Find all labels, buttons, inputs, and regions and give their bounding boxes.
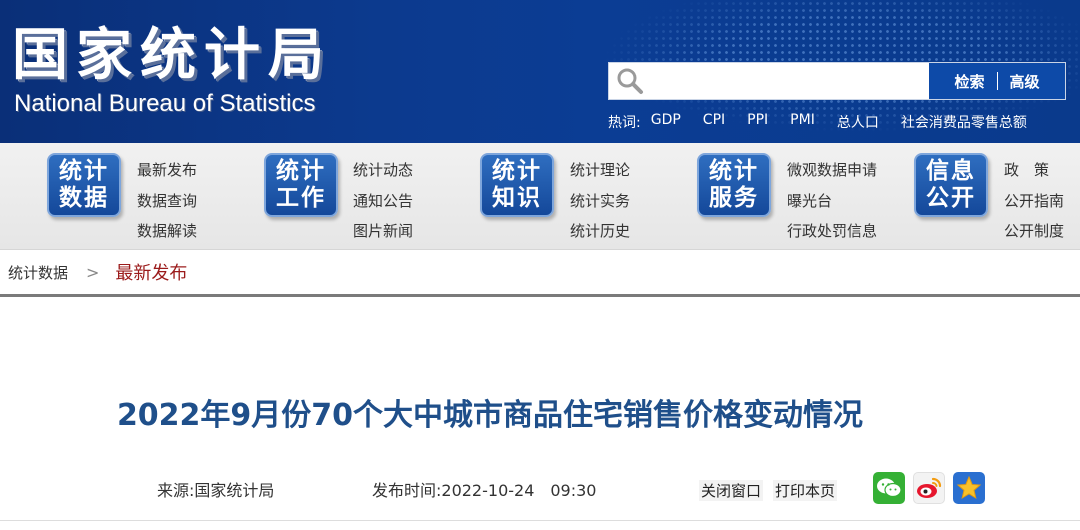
breadcrumb: 统计数据 > 最新发布 [0,250,1080,297]
nav-badge-statistics-data[interactable]: 统计 数据 [47,153,121,217]
nav-badge-line1: 统计 [492,158,542,184]
hotword-gdp[interactable]: GDP [651,112,681,132]
site-logo-chinese[interactable]: 国家统计局 [12,10,332,91]
main-navigation: 统计 数据 最新发布 数据查询 数据解读 统计 工作 统计动态 通知公告 图片新… [0,143,1080,250]
hotword-pmi[interactable]: PMI [790,112,815,132]
article-source: 来源:国家统计局 [157,481,275,500]
nav-link-statistics-theory[interactable]: 统计理论 [570,155,630,186]
hotwords-bar: 热词: GDP CPI PPI PMI 总人口 社会消费品零售总额 [608,112,1078,132]
wechat-icon[interactable] [873,472,905,504]
nav-links-statistics-knowledge: 统计理论 统计实务 统计历史 [570,155,630,247]
search-button[interactable]: 检索 [954,71,984,92]
breadcrumb-root[interactable]: 统计数据 [8,262,68,283]
breadcrumb-current[interactable]: 最新发布 [115,259,187,285]
advanced-search-button[interactable]: 高级 [1010,71,1040,92]
nav-badge-line2: 公开 [926,185,976,211]
hotword-cpi[interactable]: CPI [703,112,725,132]
hotwords-label: 热词: [608,115,641,131]
search-divider [996,72,998,90]
nav-group-statistics-data: 统计 数据 最新发布 数据查询 数据解读 [0,143,216,250]
hotword-ppi[interactable]: PPI [747,112,768,132]
nav-links-statistics-data: 最新发布 数据查询 数据解读 [137,155,197,247]
search-button-group: 检索 高级 [929,63,1065,99]
site-logo-english[interactable]: National Bureau of Statistics [14,90,316,118]
nav-badge-line1: 统计 [59,158,109,184]
nav-link-latest-release[interactable]: 最新发布 [137,155,197,186]
weibo-icon[interactable] [913,472,945,504]
nav-link-statistics-history[interactable]: 统计历史 [570,216,630,247]
nav-badge-line2: 知识 [492,185,542,211]
nav-link-disclosure-system[interactable]: 公开制度 [1004,216,1064,247]
nav-badge-line1: 信息 [926,158,976,184]
close-window-button[interactable]: 关闭窗口 [699,480,764,501]
nav-link-statistics-practice[interactable]: 统计实务 [570,186,630,217]
nav-link-data-interpretation[interactable]: 数据解读 [137,216,197,247]
nav-group-statistics-knowledge: 统计 知识 统计理论 统计实务 统计历史 [432,143,649,250]
nav-badge-statistics-knowledge[interactable]: 统计 知识 [480,153,554,217]
nav-group-statistics-service: 统计 服务 微观数据申请 曝光台 行政处罚信息 [649,143,877,250]
nav-link-exposure-platform[interactable]: 曝光台 [787,186,877,217]
hotword-population[interactable]: 总人口 [837,112,879,132]
nav-badge-line1: 统计 [276,158,326,184]
nav-badge-line2: 服务 [709,185,759,211]
nav-link-policy[interactable]: 政 策 [1004,155,1064,186]
search-icon [609,63,651,99]
site-header: 国家统计局 National Bureau of Statistics 检索 高… [0,0,1080,143]
nav-link-notices[interactable]: 通知公告 [353,186,413,217]
nav-link-data-query[interactable]: 数据查询 [137,186,197,217]
nav-badge-line2: 数据 [59,185,109,211]
nav-badge-statistics-work[interactable]: 统计 工作 [264,153,338,217]
print-page-button[interactable]: 打印本页 [773,480,838,501]
nav-badge-line1: 统计 [709,158,759,184]
article-publish-time: 发布时间:2022-10-24 09:30 [372,481,597,500]
nav-badge-information-disclosure[interactable]: 信息 公开 [914,153,988,217]
nav-links-statistics-work: 统计动态 通知公告 图片新闻 [353,155,413,247]
nav-badge-statistics-service[interactable]: 统计 服务 [697,153,771,217]
nav-link-administrative-penalties[interactable]: 行政处罚信息 [787,216,877,247]
qzone-icon[interactable] [953,472,985,504]
content-divider [0,520,1080,521]
nav-group-statistics-work: 统计 工作 统计动态 通知公告 图片新闻 [216,143,432,250]
nav-link-photo-news[interactable]: 图片新闻 [353,216,413,247]
nav-links-statistics-service: 微观数据申请 曝光台 行政处罚信息 [787,155,877,247]
nav-link-disclosure-guide[interactable]: 公开指南 [1004,186,1064,217]
breadcrumb-separator: > [86,262,100,282]
nav-group-information-disclosure: 信息 公开 政 策 公开指南 公开制度 [866,143,1080,250]
hotword-retail-sales[interactable]: 社会消费品零售总额 [901,112,1027,132]
article-title: 2022年9月份70个大中城市商品住宅销售价格变动情况 [116,398,864,433]
nav-link-micro-data-application[interactable]: 微观数据申请 [787,155,877,186]
nav-badge-line2: 工作 [276,185,326,211]
nav-links-information-disclosure: 政 策 公开指南 公开制度 [1004,155,1064,247]
search-bar: 检索 高级 [608,62,1066,100]
nav-link-statistics-news[interactable]: 统计动态 [353,155,413,186]
search-input[interactable] [651,63,929,99]
